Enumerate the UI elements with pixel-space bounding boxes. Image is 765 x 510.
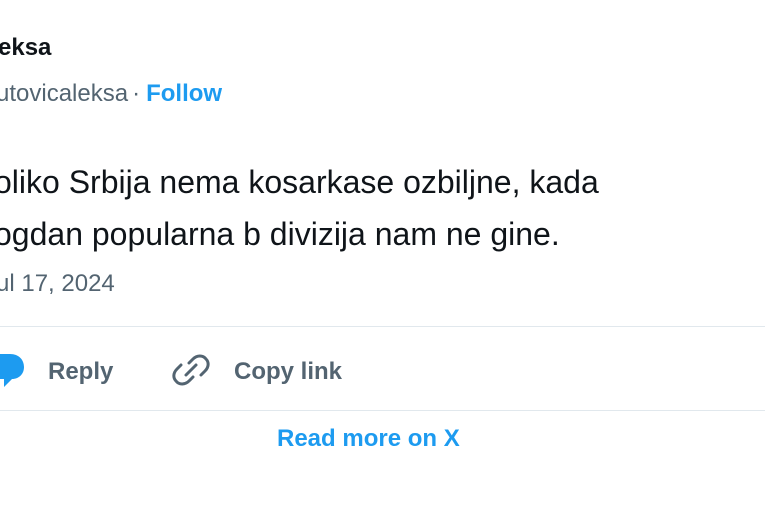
separator-dot: · bbox=[132, 80, 141, 107]
tweet-date[interactable]: ul 17, 2024 bbox=[0, 270, 115, 298]
read-more-link[interactable]: Read more on X bbox=[277, 425, 460, 453]
tweet-card: eksa utovicaleksa · Follow oliko Srbija ne… bbox=[0, 0, 765, 510]
tweet-text-line-2: ogdan popularna b divizija nam ne gine. bbox=[0, 216, 560, 252]
tweet-text-line-1: oliko Srbija nema kosarkase ozbiljne, ka… bbox=[0, 164, 599, 200]
tweet-text: oliko Srbija nema kosarkase ozbiljne, ka… bbox=[0, 156, 599, 260]
copy-link-button[interactable]: Copy link bbox=[234, 350, 342, 394]
author-name[interactable]: eksa bbox=[0, 34, 51, 62]
reply-button[interactable]: Reply bbox=[48, 350, 113, 394]
follow-button[interactable]: Follow bbox=[146, 80, 222, 107]
link-icon[interactable] bbox=[172, 351, 210, 389]
divider-bottom bbox=[0, 410, 765, 411]
divider-top bbox=[0, 326, 765, 327]
handle-row: utovicaleksa · Follow bbox=[0, 80, 222, 108]
reply-bubble-icon[interactable] bbox=[0, 352, 26, 388]
author-handle[interactable]: utovicaleksa bbox=[0, 80, 128, 107]
